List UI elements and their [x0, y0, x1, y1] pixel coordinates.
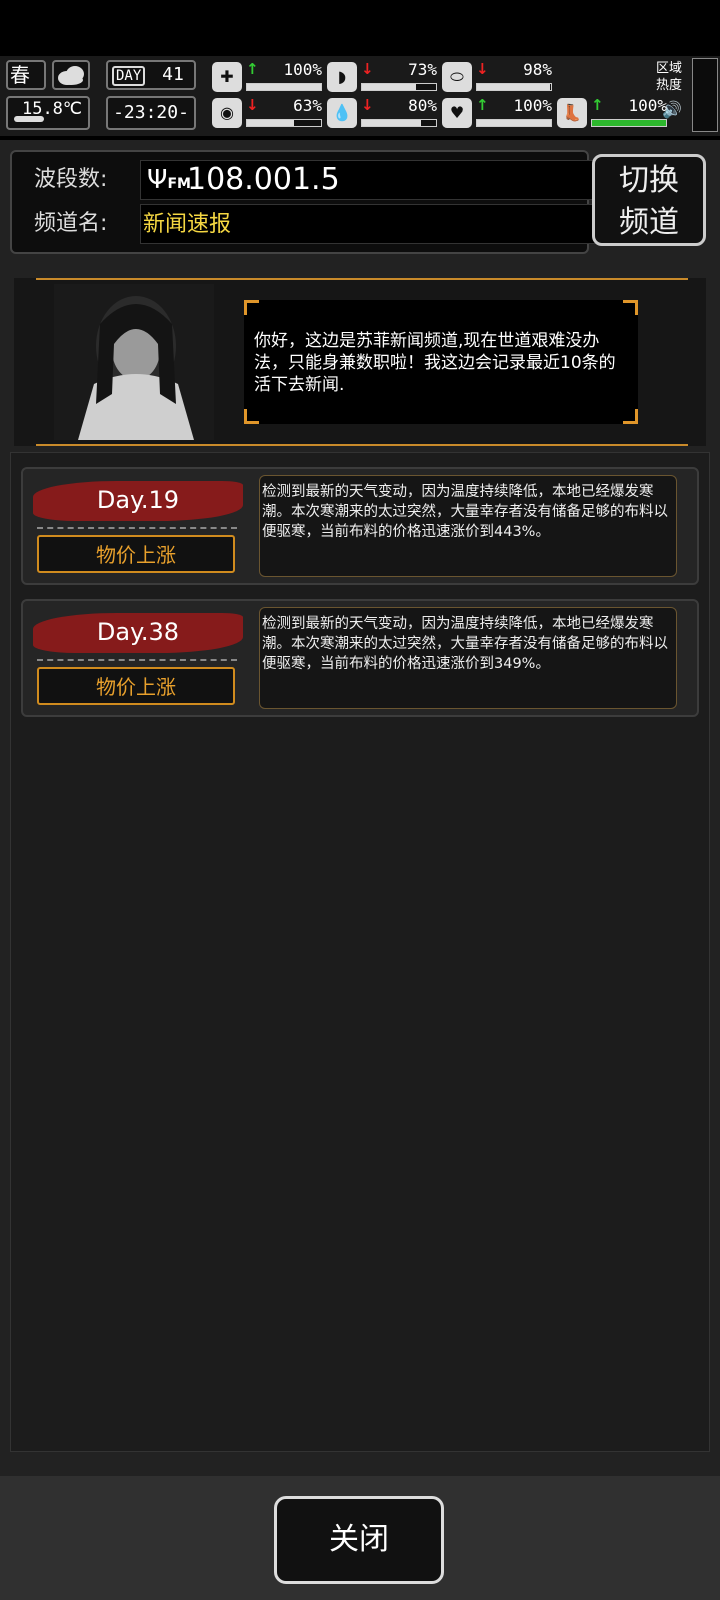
region-heat-label: 区域 热度 [656, 60, 684, 94]
stat-mood: ♥ ↑ 100% [442, 96, 552, 130]
band-label: 波段数: [34, 167, 108, 192]
health-value: 100% [283, 60, 322, 79]
thirst-bar [361, 119, 437, 127]
dashed-divider [37, 659, 237, 661]
dashed-divider [37, 527, 237, 529]
channel-label: 频道名: [34, 211, 108, 236]
tuner-display: 波段数: ΨFM 108.001.5 频道名: 新闻速报 [10, 150, 600, 254]
news-item: Day.19 物价上涨 检测到最新的天气变动，因为温度持续降低，本地已经爆发寒潮。本… [21, 467, 699, 585]
stat-stamina: 👢 ↑ 100% [557, 96, 667, 130]
day-counter: DAY 41 [106, 60, 196, 90]
news-day: Day.19 [96, 486, 180, 514]
stat-health: ✚ ↑ 100% [212, 60, 322, 94]
status-bar [0, 0, 720, 56]
game-clock: -23:20- [106, 96, 196, 130]
stat-energy: ⬭ ↓ 98% [442, 60, 552, 94]
hunger-value: 73% [408, 60, 437, 79]
channel-name: 新闻速报 [140, 204, 600, 244]
hunger-icon: ◗ [327, 62, 357, 92]
switch-label-2: 频道 [619, 205, 679, 240]
thermometer-icon [14, 116, 44, 122]
energy-value: 98% [523, 60, 552, 79]
news-day-badge: Day.38 [33, 607, 243, 657]
health-bar [246, 83, 322, 91]
mood-bar [476, 119, 552, 127]
close-button[interactable]: 关闭 [274, 1496, 444, 1584]
day-tag: DAY [112, 66, 146, 86]
news-text: 检测到最新的天气变动，因为温度持续降低，本地已经爆发寒潮。本次寒潮来的太过突然，… [259, 475, 677, 577]
gold-divider-top [36, 278, 688, 280]
stamina-value: 100% [628, 96, 667, 115]
speaker-icon[interactable]: 🔊 [662, 100, 682, 119]
radio-panel: 波段数: ΨFM 108.001.5 频道名: 新闻速报 切换 频道 你好，这边… [0, 140, 720, 1476]
bottom-bar: 关闭 [0, 1476, 720, 1600]
stat-mind: ◉ ↓ 63% [212, 96, 322, 130]
mind-value: 63% [293, 96, 322, 115]
news-category-tag: 物价上涨 [37, 535, 235, 573]
temperature-display: 15.8℃ [6, 96, 90, 130]
gold-divider-bottom [36, 444, 688, 446]
region-label-1: 区域 [656, 61, 683, 76]
news-list[interactable]: Day.19 物价上涨 检测到最新的天气变动，因为温度持续降低，本地已经爆发寒潮。本… [10, 452, 710, 1452]
region-label-2: 热度 [656, 78, 683, 93]
anchor-speech-bubble: 你好，这边是苏菲新闻频道,现在世道艰难没办法，只能身兼数职啦！我这边会记录最近1… [244, 300, 638, 424]
band-row: 波段数: ΨFM 108.001.5 [34, 160, 600, 200]
news-anchor-portrait [54, 284, 214, 440]
mind-bar [246, 119, 322, 127]
switch-label-1: 切换 [619, 163, 679, 198]
antenna-icon: ΨFM [147, 165, 191, 195]
thirst-icon: 💧 [327, 98, 357, 128]
band-value: 108.001.5 [187, 162, 340, 197]
thirst-value: 80% [408, 96, 437, 115]
news-item: Day.38 物价上涨 检测到最新的天气变动，因为温度持续降低，本地已经爆发寒潮。本… [21, 599, 699, 717]
season-label: 春 [10, 63, 30, 87]
news-category-tag: 物价上涨 [37, 667, 235, 705]
news-text: 检测到最新的天气变动，因为温度持续降低，本地已经爆发寒潮。本次寒潮来的太过突然，… [259, 607, 677, 709]
region-heat-bar [692, 58, 718, 132]
energy-bar [476, 83, 552, 91]
mood-value: 100% [513, 96, 552, 115]
band-field: ΨFM 108.001.5 [140, 160, 600, 200]
hud: 春 ✎ 15.8℃ DAY 41 -23:20- ✚↑100%◗↓73%⬭↓98… [0, 56, 720, 136]
stamina-icon: 👢 [557, 98, 587, 128]
stat-thirst: 💧 ↓ 80% [327, 96, 437, 130]
news-day-badge: Day.19 [33, 475, 243, 525]
mood-icon: ♥ [442, 98, 472, 128]
season-indicator: 春 ✎ [6, 60, 46, 112]
energy-icon: ⬭ [442, 62, 472, 92]
mind-icon: ◉ [212, 98, 242, 128]
news-anchor-section: 你好，这边是苏菲新闻频道,现在世道艰难没办法，只能身兼数职啦！我这边会记录最近1… [14, 278, 706, 446]
stamina-bar [591, 119, 667, 127]
stat-hunger: ◗ ↓ 73% [327, 60, 437, 94]
switch-channel-button[interactable]: 切换 频道 [592, 154, 706, 246]
channel-row: 频道名: 新闻速报 [34, 204, 600, 244]
band-prefix: FM [167, 176, 191, 192]
anchor-message: 你好，这边是苏菲新闻频道,现在世道艰难没办法，只能身兼数职啦！我这边会记录最近1… [254, 331, 616, 395]
weather-cloud-icon [52, 60, 90, 90]
hunger-bar [361, 83, 437, 91]
health-icon: ✚ [212, 62, 242, 92]
day-number: 41 [162, 64, 184, 85]
news-day: Day.38 [96, 618, 180, 646]
